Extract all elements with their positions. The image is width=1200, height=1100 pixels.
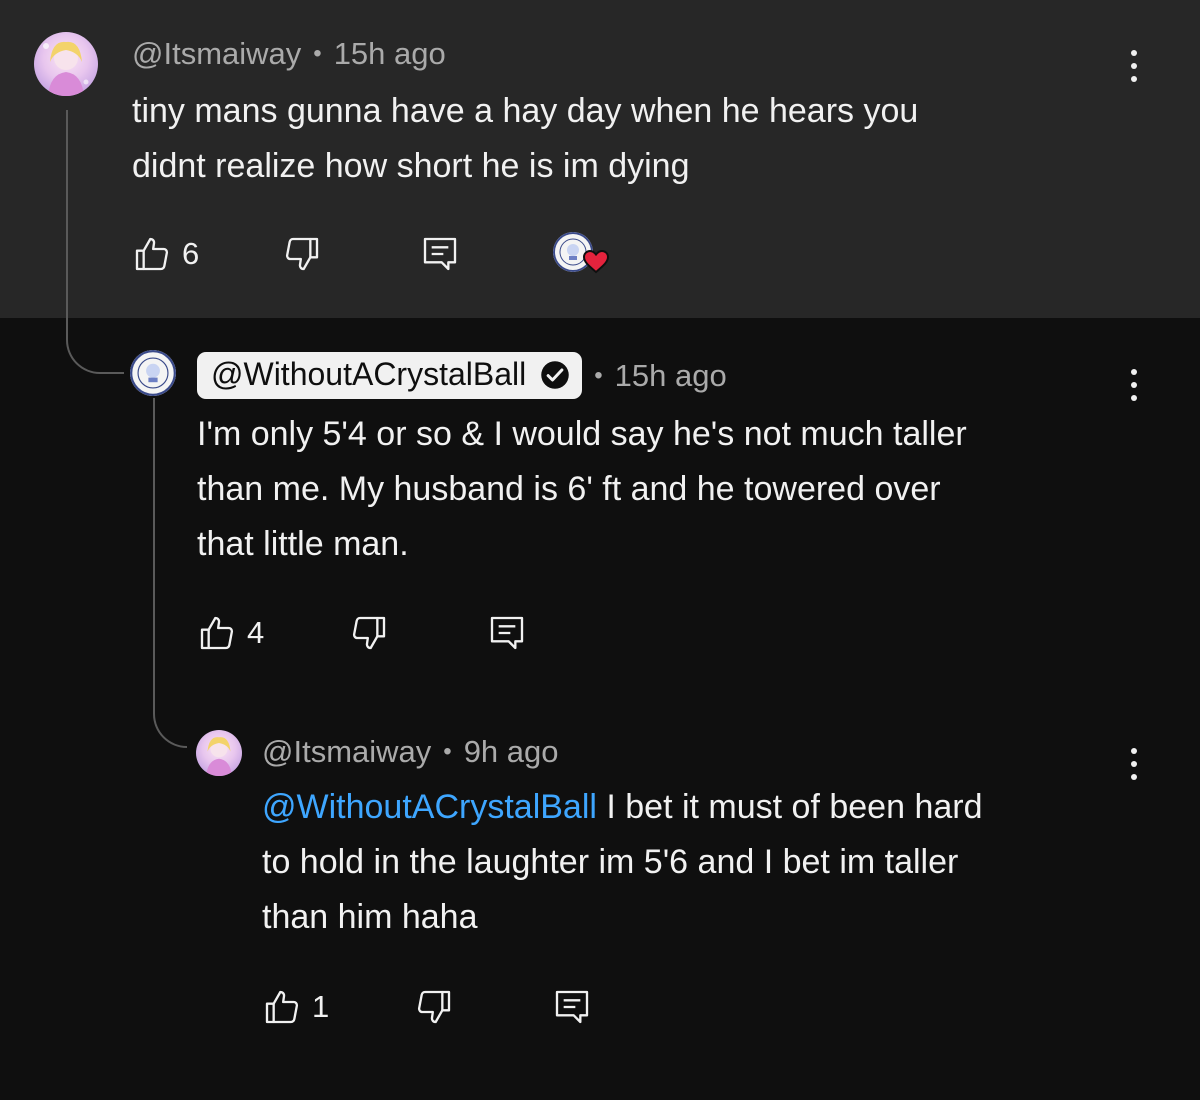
thread-curve-main xyxy=(66,320,124,374)
reply-icon xyxy=(490,616,524,650)
reply-button[interactable] xyxy=(552,987,592,1027)
thread-line-reply xyxy=(153,398,155,710)
like-button[interactable]: 1 xyxy=(262,987,414,1027)
like-count: 6 xyxy=(182,236,200,271)
thumbs-up-icon xyxy=(135,237,169,271)
verified-check-icon xyxy=(541,360,569,389)
mention-link[interactable]: @WithoutACrystalBall xyxy=(262,788,597,826)
comment-text-line: that little man. xyxy=(197,525,409,563)
comment-meta: @Itsmaiway • 9h ago xyxy=(262,734,559,770)
comment-text-fragment: I bet it must of been hard xyxy=(596,788,983,826)
meta-separator: • xyxy=(594,361,603,389)
avatar[interactable] xyxy=(34,32,98,96)
reply-button[interactable] xyxy=(487,613,527,653)
timestamp[interactable]: 15h ago xyxy=(615,358,727,394)
like-count: 4 xyxy=(247,615,265,650)
crystal-ball-logo-icon xyxy=(553,232,593,272)
more-vertical-icon[interactable] xyxy=(1129,369,1139,409)
reply-button[interactable] xyxy=(420,234,460,274)
thumbs-up-icon xyxy=(200,616,234,650)
crystal-ball-logo-icon xyxy=(130,350,176,396)
comment-text-line: didnt realize how short he is im dying xyxy=(132,147,690,185)
comment-text: @WithoutACrystalBall I bet it must of be… xyxy=(262,780,983,945)
comment-meta: @WithoutACrystalBall • 15h ago xyxy=(197,352,727,399)
timestamp[interactable]: 15h ago xyxy=(334,36,446,72)
thread-line-main xyxy=(66,110,68,340)
comment-actions: 4 xyxy=(197,613,527,653)
thread-curve-reply xyxy=(153,700,187,748)
like-button[interactable]: 6 xyxy=(132,234,282,274)
avatar[interactable] xyxy=(196,730,242,776)
author-name[interactable]: @Itsmaiway xyxy=(262,734,431,770)
like-button[interactable]: 4 xyxy=(197,613,349,653)
comment-text: I'm only 5'4 or so & I would say he's no… xyxy=(197,407,967,572)
thumbs-down-icon xyxy=(352,616,386,650)
creator-author-chip[interactable]: @WithoutACrystalBall xyxy=(197,352,583,399)
author-name[interactable]: @Itsmaiway xyxy=(132,36,301,72)
timestamp[interactable]: 9h ago xyxy=(464,734,559,770)
anime-girl-avatar-icon xyxy=(43,41,89,96)
comment-actions: 1 xyxy=(262,987,592,1027)
more-vertical-icon[interactable] xyxy=(1129,50,1139,90)
comment-text-line: than me. My husband is 6' ft and he towe… xyxy=(197,470,941,508)
author-name: @WithoutACrystalBall xyxy=(211,356,527,392)
anime-girl-avatar-icon xyxy=(206,737,232,776)
comment-text-line: @WithoutACrystalBall I bet it must of be… xyxy=(262,780,983,835)
thumbs-down-icon xyxy=(417,990,451,1024)
comment-text: tiny mans gunna have a hay day when he h… xyxy=(132,84,918,194)
comment-text-line: than him haha xyxy=(262,898,478,936)
dislike-button[interactable] xyxy=(414,987,552,1027)
reply-icon xyxy=(555,990,589,1024)
dislike-button[interactable] xyxy=(282,234,420,274)
comment-text-line: to hold in the laughter im 5'6 and I bet… xyxy=(262,843,959,881)
meta-separator: • xyxy=(313,40,322,67)
avatar[interactable] xyxy=(130,350,176,396)
thumbs-up-icon xyxy=(265,990,299,1024)
comment-text-line: I'm only 5'4 or so & I would say he's no… xyxy=(197,415,967,453)
dislike-button[interactable] xyxy=(349,613,487,653)
comment-actions: 6 xyxy=(132,234,460,274)
creator-heart-avatar xyxy=(553,232,593,272)
meta-separator: • xyxy=(443,738,452,765)
like-count: 1 xyxy=(312,989,330,1024)
reply-icon xyxy=(423,237,457,271)
comment-meta: @Itsmaiway • 15h ago xyxy=(132,36,446,72)
more-vertical-icon[interactable] xyxy=(1129,748,1139,788)
comment-text-line: tiny mans gunna have a hay day when he h… xyxy=(132,92,919,130)
thumbs-down-icon xyxy=(285,237,319,271)
